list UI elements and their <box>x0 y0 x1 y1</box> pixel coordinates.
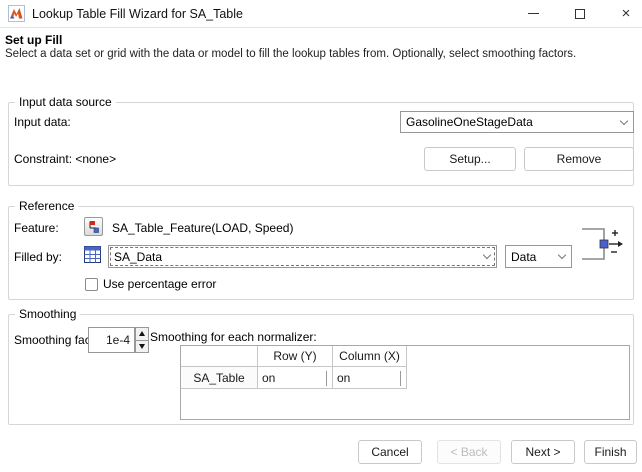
next-button-label: Next > <box>525 445 561 459</box>
reference-group-label: Reference <box>15 199 79 213</box>
column-header-row-y: Row (Y) <box>258 346 333 367</box>
row-y-smoothing-value: on <box>262 370 276 385</box>
column-header-column-x: Column (X) <box>333 346 407 367</box>
input-data-source-group-label: Input data source <box>15 95 116 109</box>
normalizer-smoothing-table: Row (Y) Column (X) SA_Table on on <box>180 345 630 420</box>
page-title: Set up Fill <box>5 33 63 47</box>
input-data-combo[interactable]: GasolineOneStageData <box>400 111 634 133</box>
chevron-down-icon <box>614 112 633 132</box>
feature-value: SA_Table_Feature(LOAD, Speed) <box>112 221 294 235</box>
smoothing-factor-input[interactable]: 1e-4 <box>88 327 135 353</box>
input-data-label: Input data: <box>14 115 71 129</box>
junction-port-icon <box>582 228 623 260</box>
close-icon: × <box>621 5 631 22</box>
cancel-button[interactable]: Cancel <box>358 440 422 464</box>
spin-down-icon <box>139 343 145 349</box>
setup-button[interactable]: Setup... <box>424 147 516 171</box>
table-corner-cell <box>181 346 258 367</box>
back-button-label: < Back <box>450 445 488 459</box>
page-description: Select a data set or grid with the data … <box>5 48 577 60</box>
minimize-button[interactable] <box>517 0 549 27</box>
table-header-row: Row (Y) Column (X) <box>181 346 629 367</box>
smoothing-group-label: Smoothing <box>15 307 81 321</box>
finish-button-label: Finish <box>594 445 627 459</box>
column-x-smoothing-value: on <box>337 370 351 385</box>
filled-by-value: SA_Data <box>114 249 163 264</box>
smoothing-factor-value: 1e-4 <box>105 333 130 347</box>
row-y-smoothing-combo[interactable]: on <box>258 367 333 389</box>
cancel-button-label: Cancel <box>371 445 409 459</box>
close-button[interactable]: × <box>610 0 642 27</box>
use-percentage-error-checkbox[interactable] <box>85 278 98 291</box>
spin-up-icon <box>139 331 145 337</box>
smoothing-factor-spinner <box>135 327 149 353</box>
remove-button[interactable]: Remove <box>524 147 634 171</box>
spin-down-button[interactable] <box>136 339 148 353</box>
lookup-table-fill-wizard-dialog: Lookup Table Fill Wizard for SA_Table × … <box>0 0 642 472</box>
constraint-label: Constraint: <none> <box>14 152 117 166</box>
use-percentage-error-label: Use percentage error <box>103 277 217 291</box>
normalizer-smoothing-label: Smoothing for each normalizer: <box>150 330 317 344</box>
fill-type-combo[interactable]: Data <box>505 245 572 268</box>
back-button[interactable]: < Back <box>437 440 501 464</box>
table-icon <box>84 246 101 263</box>
next-button[interactable]: Next > <box>511 440 575 464</box>
matlab-logo-icon <box>8 5 25 22</box>
chevron-down-icon <box>552 246 571 267</box>
input-data-value: GasolineOneStageData <box>406 115 533 129</box>
row-header-sa-table: SA_Table <box>181 367 258 389</box>
fill-type-value: Data <box>511 249 537 264</box>
finish-button[interactable]: Finish <box>584 440 637 464</box>
filled-by-label: Filled by: <box>14 250 63 264</box>
minimize-icon <box>527 13 539 14</box>
chevron-down-icon <box>477 246 496 267</box>
window-title: Lookup Table Fill Wizard for SA_Table <box>32 7 243 21</box>
maximize-button[interactable] <box>564 0 596 27</box>
setup-button-label: Setup... <box>449 152 491 166</box>
table-row: SA_Table on on <box>181 367 629 389</box>
maximize-icon <box>575 8 585 19</box>
chevron-down-icon <box>400 370 401 386</box>
filled-by-combo[interactable]: SA_Data <box>108 245 497 268</box>
remove-button-label: Remove <box>556 152 602 166</box>
flag-block-icon <box>89 221 99 233</box>
feature-label: Feature: <box>14 221 59 235</box>
feature-model-icon[interactable] <box>84 217 103 236</box>
titlebar: Lookup Table Fill Wizard for SA_Table × <box>0 0 642 28</box>
chevron-down-icon <box>326 370 327 386</box>
spin-up-button[interactable] <box>136 328 148 340</box>
column-x-smoothing-combo[interactable]: on <box>333 367 407 389</box>
